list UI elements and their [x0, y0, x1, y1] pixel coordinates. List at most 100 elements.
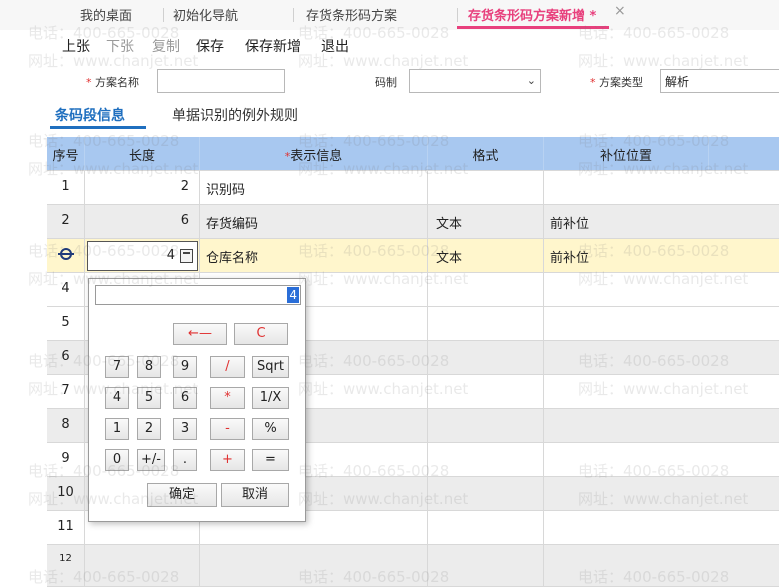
calc-cancel-button[interactable]: 取消: [221, 483, 289, 507]
row-seq: 5: [47, 307, 85, 340]
calc-key-1[interactable]: 1: [105, 418, 129, 440]
row-padding[interactable]: [544, 511, 779, 544]
next-button[interactable]: 下张: [106, 36, 134, 56]
row-padding[interactable]: [544, 307, 779, 340]
row-padding[interactable]: 前补位: [544, 205, 779, 238]
row-display-info[interactable]: 存货编码: [200, 205, 428, 238]
header-format: 格式: [428, 137, 544, 170]
scheme-form: * 方案名称 码制 ⌄ * 方案类型 解析: [0, 68, 779, 94]
calc-key-multiply[interactable]: *: [210, 387, 245, 409]
row-format[interactable]: [428, 477, 544, 510]
calc-backspace-button[interactable]: ←—: [173, 323, 227, 345]
code-select[interactable]: ⌄: [409, 69, 541, 93]
tab-barcode-scheme-new[interactable]: 存货条形码方案新增 *: [468, 5, 596, 27]
tab-bar: 我的桌面 初始化导航 存货条形码方案 存货条形码方案新增 * ×: [0, 0, 779, 30]
row-format[interactable]: [428, 307, 544, 340]
row-padding[interactable]: [544, 477, 779, 510]
calc-key-minus[interactable]: -: [210, 418, 245, 440]
row-padding[interactable]: [544, 443, 779, 476]
row-display-info[interactable]: 识别码: [200, 171, 428, 204]
row-seq: 7: [47, 375, 85, 408]
calc-key-plus[interactable]: +: [210, 449, 245, 471]
table-row-selected[interactable]: 4 仓库名称 文本 前补位: [47, 239, 779, 273]
calc-key-9[interactable]: 9: [173, 356, 197, 378]
table-row[interactable]: 1 2 识别码: [47, 171, 779, 205]
row-seq: 9: [47, 443, 85, 476]
save-button[interactable]: 保存: [196, 36, 224, 56]
tab-barcode-scheme[interactable]: 存货条形码方案: [306, 5, 397, 27]
scheme-name-label: * 方案名称: [86, 76, 139, 89]
active-tab-indicator: [457, 26, 609, 29]
calc-key-decimal[interactable]: .: [173, 449, 197, 471]
row-format[interactable]: [428, 341, 544, 374]
calc-key-percent[interactable]: %: [252, 418, 289, 440]
tab-separator: [293, 8, 294, 22]
row-format[interactable]: [428, 409, 544, 442]
tab-init-guide[interactable]: 初始化导航: [173, 5, 238, 27]
tab-exception-rules[interactable]: 单据识别的例外规则: [172, 105, 298, 125]
row-settings[interactable]: [47, 239, 85, 272]
row-format[interactable]: [428, 545, 544, 586]
row-seq: 1: [47, 171, 85, 204]
scheme-name-input[interactable]: [157, 69, 285, 93]
save-new-button[interactable]: 保存新增: [245, 36, 301, 56]
calc-key-negate[interactable]: +/-: [137, 449, 165, 471]
length-input[interactable]: 4: [87, 241, 198, 271]
calculator-display[interactable]: 4: [95, 285, 301, 305]
row-seq: 2: [47, 205, 85, 238]
row-format[interactable]: [428, 171, 544, 204]
calc-key-6[interactable]: 6: [173, 387, 197, 409]
tab-my-desktop[interactable]: 我的桌面: [80, 5, 132, 27]
row-seq: 11: [47, 511, 85, 544]
calc-key-8[interactable]: 8: [137, 356, 161, 378]
row-display-info[interactable]: [200, 545, 428, 586]
row-format[interactable]: 文本: [428, 239, 544, 272]
calc-key-equals[interactable]: =: [252, 449, 289, 471]
row-seq: 4: [47, 273, 85, 306]
row-padding[interactable]: [544, 545, 779, 586]
calc-key-reciprocal[interactable]: 1/X: [252, 387, 289, 409]
close-icon[interactable]: ×: [614, 3, 626, 19]
scheme-type-select[interactable]: 解析: [660, 69, 779, 93]
row-display-info[interactable]: 仓库名称: [200, 239, 428, 272]
row-padding[interactable]: 前补位: [544, 239, 779, 272]
length-input-value: 4: [166, 248, 175, 263]
calc-clear-button[interactable]: C: [234, 323, 288, 345]
table-row[interactable]: 12: [47, 545, 779, 587]
table-row[interactable]: 2 6 存货编码 文本 前补位: [47, 205, 779, 239]
row-seq: 10: [47, 477, 85, 510]
calc-key-5[interactable]: 5: [137, 387, 161, 409]
row-padding[interactable]: [544, 273, 779, 306]
grid-header: 序号 长度 *表示信息 格式 补位位置: [47, 137, 779, 171]
row-padding[interactable]: [544, 171, 779, 204]
row-padding[interactable]: [544, 375, 779, 408]
calc-confirm-button[interactable]: 确定: [147, 483, 217, 507]
calc-key-7[interactable]: 7: [105, 356, 129, 378]
row-seq: 6: [47, 341, 85, 374]
tab-barcode-segment-info[interactable]: 条码段信息: [55, 105, 125, 125]
gear-icon[interactable]: [57, 248, 74, 260]
prev-button[interactable]: 上张: [62, 36, 90, 56]
calc-key-4[interactable]: 4: [105, 387, 129, 409]
scheme-type-label: * 方案类型: [590, 76, 643, 89]
calc-key-0[interactable]: 0: [105, 449, 129, 471]
calc-key-3[interactable]: 3: [173, 418, 197, 440]
copy-button[interactable]: 复制: [152, 36, 180, 56]
row-length[interactable]: 2: [85, 171, 200, 204]
row-length[interactable]: 6: [85, 205, 200, 238]
row-format[interactable]: [428, 375, 544, 408]
row-length[interactable]: [85, 545, 200, 586]
calc-key-2[interactable]: 2: [137, 418, 161, 440]
calculator-icon[interactable]: [180, 249, 193, 263]
row-format[interactable]: [428, 273, 544, 306]
row-padding[interactable]: [544, 409, 779, 442]
calc-key-divide[interactable]: /: [210, 356, 245, 378]
calc-key-sqrt[interactable]: Sqrt: [252, 356, 289, 378]
row-format[interactable]: [428, 511, 544, 544]
scheme-type-value: 解析: [665, 75, 690, 89]
exit-button[interactable]: 退出: [321, 36, 349, 56]
row-format[interactable]: [428, 443, 544, 476]
row-padding[interactable]: [544, 341, 779, 374]
row-length-cell[interactable]: 4: [85, 239, 200, 272]
row-format[interactable]: 文本: [428, 205, 544, 238]
